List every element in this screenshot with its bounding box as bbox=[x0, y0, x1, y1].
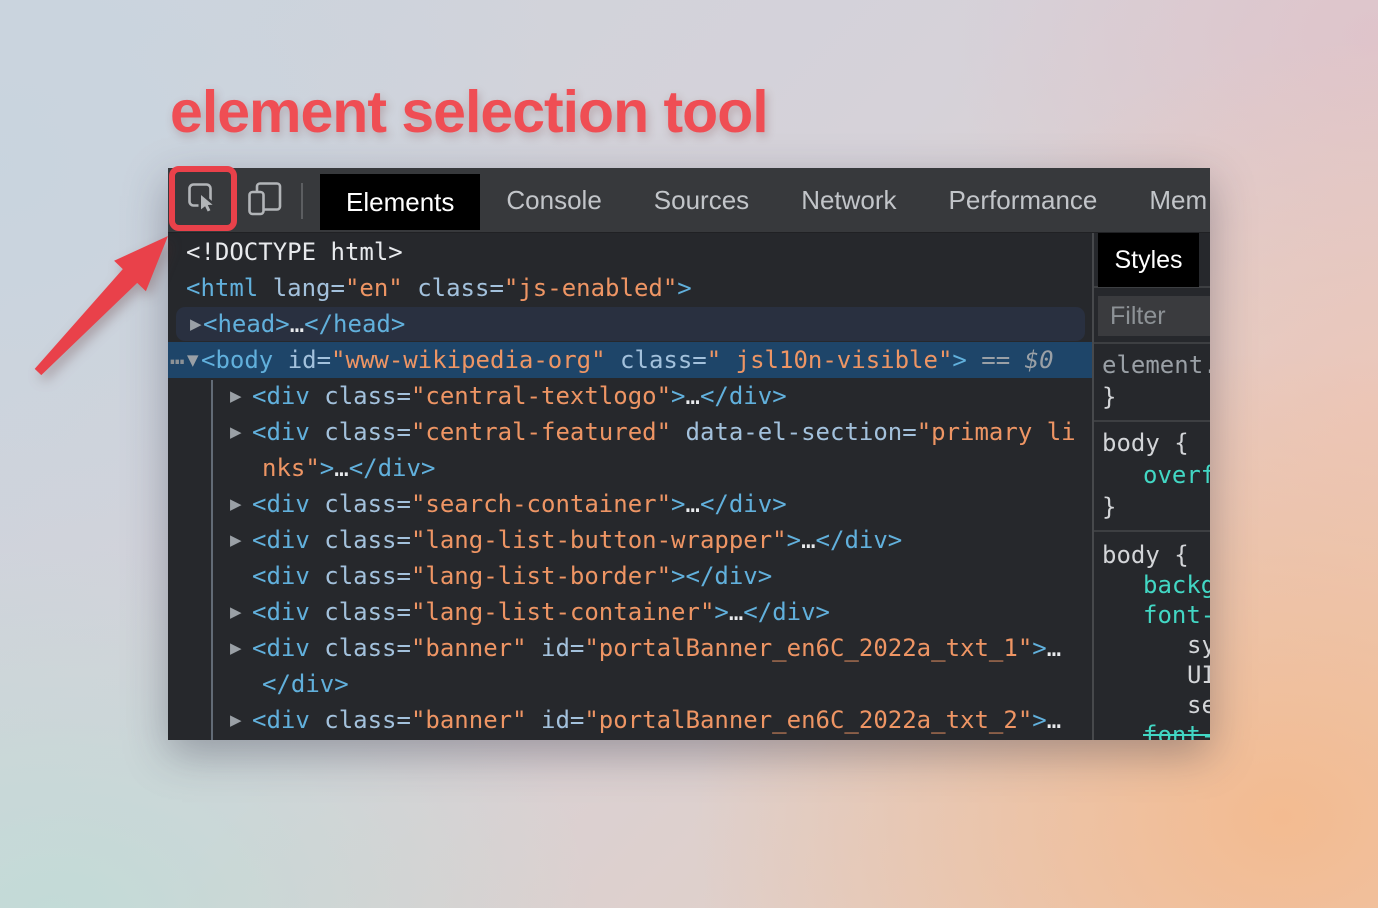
style-rule-section: element.} bbox=[1094, 344, 1210, 422]
expand-arrow-icon[interactable]: ▶ bbox=[230, 414, 242, 450]
dom-tree-row[interactable]: <html lang="en" class="js-enabled"> bbox=[168, 270, 1092, 306]
elements-tree: <!DOCTYPE html><html lang="en" class="js… bbox=[168, 233, 1092, 740]
dom-node-code: <div class="central-featured" data-el-se… bbox=[252, 414, 1076, 450]
style-rule-line: overf bbox=[1094, 459, 1210, 491]
dom-tree-row[interactable]: <!DOCTYPE html> bbox=[168, 234, 1092, 270]
devtools-toolbar: ElementsConsoleSourcesNetworkPerformance… bbox=[168, 168, 1210, 233]
devtools-content: <!DOCTYPE html><html lang="en" class="js… bbox=[168, 233, 1210, 740]
styles-tabbar: Styles bbox=[1094, 233, 1210, 288]
styles-filter-input[interactable]: Filter bbox=[1098, 296, 1210, 336]
dom-node-code: <body id="www-wikipedia-org" class=" jsl… bbox=[201, 342, 1054, 378]
expand-arrow-icon[interactable]: ▶ bbox=[230, 630, 242, 666]
style-rule-line: element. bbox=[1094, 349, 1210, 381]
styles-filter-row: Filter bbox=[1094, 288, 1210, 344]
annotation-arrow-icon bbox=[20, 190, 240, 410]
dom-node-code: <div class="central-textlogo">…</div> bbox=[252, 378, 787, 414]
devtools-tabs: ElementsConsoleSourcesNetworkPerformance… bbox=[320, 168, 1210, 232]
expand-arrow-icon[interactable]: ▶ bbox=[230, 594, 242, 630]
dom-tree-row[interactable]: </div> bbox=[168, 666, 1092, 702]
tab-console[interactable]: Console bbox=[480, 168, 627, 232]
device-toolbar-icon bbox=[246, 180, 284, 223]
dom-node-code: <div class="lang-list-container">…</div> bbox=[252, 594, 830, 630]
device-toolbar-button[interactable] bbox=[244, 180, 286, 222]
dom-tree-row[interactable]: nks">…</div> bbox=[168, 450, 1092, 486]
style-rules: element.}body {overf}body {backgfont-syU… bbox=[1094, 344, 1210, 740]
style-rule-line: body { bbox=[1094, 427, 1210, 459]
dom-node-code: <html lang="en" class="js-enabled"> bbox=[186, 270, 692, 306]
dom-node-code: <div class="search-container">…</div> bbox=[252, 486, 787, 522]
toolbar-separator bbox=[301, 183, 303, 219]
dom-node-code: <div class="banner" id="portalBanner_en6… bbox=[252, 630, 1061, 666]
dom-tree-row[interactable]: <div class="lang-list-border"></div> bbox=[168, 558, 1092, 594]
dom-tree-row[interactable]: ▶<div class="central-textlogo">…</div> bbox=[168, 378, 1092, 414]
dom-tree-row[interactable]: ▶<head>…</head> bbox=[168, 306, 1092, 342]
style-rule-section: body {overf} bbox=[1094, 422, 1210, 532]
expand-arrow-icon[interactable]: ▶ bbox=[230, 702, 242, 738]
tab-performance[interactable]: Performance bbox=[923, 168, 1124, 232]
dom-tree-row[interactable]: ▶ <div class="banner" id="portalBanner_en… bbox=[168, 702, 1092, 738]
dom-node-code: </div> bbox=[262, 666, 349, 702]
tab-elements[interactable]: Elements bbox=[320, 174, 480, 230]
screenshot-stage: element selection tool bbox=[0, 0, 1378, 908]
annotation-title: element selection tool bbox=[170, 82, 768, 142]
dom-tree-row[interactable]: ▶ <div class="lang-list-button-wrapper">…… bbox=[168, 522, 1092, 558]
dom-tree-row[interactable]: ▶ <div class="banner" id="portalBanner_en… bbox=[168, 630, 1092, 666]
style-rule-section: body {backgfont-syUIsefont- bbox=[1094, 532, 1210, 740]
style-rule-line: backg bbox=[1094, 570, 1210, 600]
style-rule-line: UI bbox=[1094, 660, 1210, 690]
dom-tree-row[interactable]: ▶ <div class="central-featured" data-el-s… bbox=[168, 414, 1092, 450]
dom-node-code: <div class="banner" id="portalBanner_en6… bbox=[252, 702, 1061, 738]
tab-network[interactable]: Network bbox=[775, 168, 922, 232]
style-rule-line: } bbox=[1094, 381, 1210, 413]
style-rule-line: se bbox=[1094, 690, 1210, 720]
style-rule-line: font- bbox=[1094, 600, 1210, 630]
dom-tree-row[interactable]: …▼<body id="www-wikipedia-org" class=" j… bbox=[168, 342, 1092, 378]
devtools-window: ElementsConsoleSourcesNetworkPerformance… bbox=[168, 168, 1210, 740]
expand-arrow-icon[interactable]: ▶ bbox=[230, 522, 242, 558]
tab-mem[interactable]: Mem bbox=[1123, 168, 1210, 232]
style-rule-line: font- bbox=[1094, 720, 1210, 740]
expand-arrow-icon[interactable]: ▶ bbox=[230, 486, 242, 522]
dom-tree-row[interactable]: ▶ <div class="lang-list-container">…</div… bbox=[168, 594, 1092, 630]
dom-tree-row[interactable]: ▶ <div class="search-container">…</div> bbox=[168, 486, 1092, 522]
tab-styles[interactable]: Styles bbox=[1098, 233, 1199, 287]
style-rule-line: } bbox=[1094, 491, 1210, 523]
dom-node-code: nks">…</div> bbox=[262, 450, 435, 486]
dom-node-code: <div class="lang-list-border"></div> bbox=[252, 558, 772, 594]
dom-node-code: <div class="lang-list-button-wrapper">…<… bbox=[252, 522, 902, 558]
tab-sources[interactable]: Sources bbox=[628, 168, 775, 232]
style-rule-line: sy bbox=[1094, 630, 1210, 660]
style-rule-line: body { bbox=[1094, 540, 1210, 570]
styles-panel: Styles Filter element.}body {overf}body … bbox=[1092, 233, 1210, 740]
